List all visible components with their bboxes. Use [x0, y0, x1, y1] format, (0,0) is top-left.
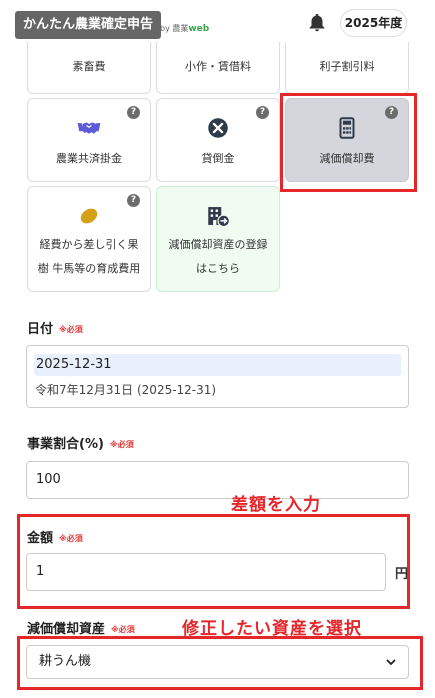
- category-label: 農業共済掛金: [56, 152, 122, 165]
- bell-icon[interactable]: [306, 12, 328, 34]
- byline: by 農業web: [160, 23, 209, 34]
- help-icon[interactable]: ?: [256, 106, 269, 119]
- category-label: 小作・賃借料: [185, 60, 251, 73]
- date-input[interactable]: 2025-12-31: [34, 354, 401, 376]
- building-arrow-icon: [208, 207, 230, 228]
- category-label: 貸倒金: [201, 152, 235, 165]
- register-asset-label-line2: はこちら: [196, 262, 240, 275]
- category-card-livestock[interactable]: 素畜費: [27, 42, 151, 94]
- app-title[interactable]: かんたん農業確定申告: [15, 11, 162, 39]
- highlight-box-depreciation: [280, 93, 417, 192]
- byline-brand: web: [188, 24, 210, 34]
- required-mark: ※必須: [111, 625, 135, 634]
- date-label: 日付 ※必須: [27, 322, 83, 337]
- highlight-box-amount: [17, 514, 410, 609]
- category-card-interest[interactable]: 利子割引料: [285, 42, 409, 94]
- category-card-rent[interactable]: 小作・賃借料: [156, 42, 280, 94]
- category-card-mutual-aid[interactable]: ? 農業共済掛金: [27, 98, 151, 182]
- app-header: かんたん農業確定申告 by 農業web 2025年度: [0, 0, 435, 48]
- category-card-orchard-livestock-cost[interactable]: ? 経費から差し引く果 樹 牛馬等の育成費用: [27, 186, 151, 292]
- asset-label: 減価償却資産 ※必須: [27, 622, 135, 637]
- business-ratio-label: 事業割合(%) ※必須: [27, 437, 134, 452]
- highlight-box-asset: [17, 636, 423, 690]
- category-label: 利子割引料: [319, 60, 375, 73]
- business-ratio-input[interactable]: 100: [26, 461, 409, 499]
- help-icon[interactable]: ?: [127, 194, 140, 207]
- category-card-bad-debt[interactable]: ? 貸倒金: [156, 98, 280, 182]
- required-mark: ※必須: [109, 440, 134, 449]
- byline-prefix: by 農業: [160, 24, 189, 33]
- register-asset-card[interactable]: 減価償却資産の登録 はこちら: [156, 186, 280, 292]
- year-selector-button[interactable]: 2025年度: [340, 9, 407, 37]
- close-circle-icon: [208, 118, 228, 138]
- required-mark: ※必須: [59, 325, 83, 334]
- date-field[interactable]: 2025-12-31 令和7年12月31日 (2025-12-31): [26, 345, 409, 408]
- register-asset-label-line1: 減価償却資産の登録: [168, 238, 268, 251]
- category-label-line2: 樹 牛馬等の育成費用: [37, 262, 141, 275]
- annotation-amount: 差額を入力: [231, 495, 321, 515]
- help-icon[interactable]: ?: [127, 106, 140, 119]
- lemon-icon: [80, 208, 98, 224]
- date-wareki-text: 令和7年12月31日 (2025-12-31): [35, 383, 217, 397]
- category-label-line1: 経費から差し引く果: [39, 238, 139, 251]
- category-label: 素畜費: [72, 60, 106, 73]
- handshake-icon: [77, 122, 101, 134]
